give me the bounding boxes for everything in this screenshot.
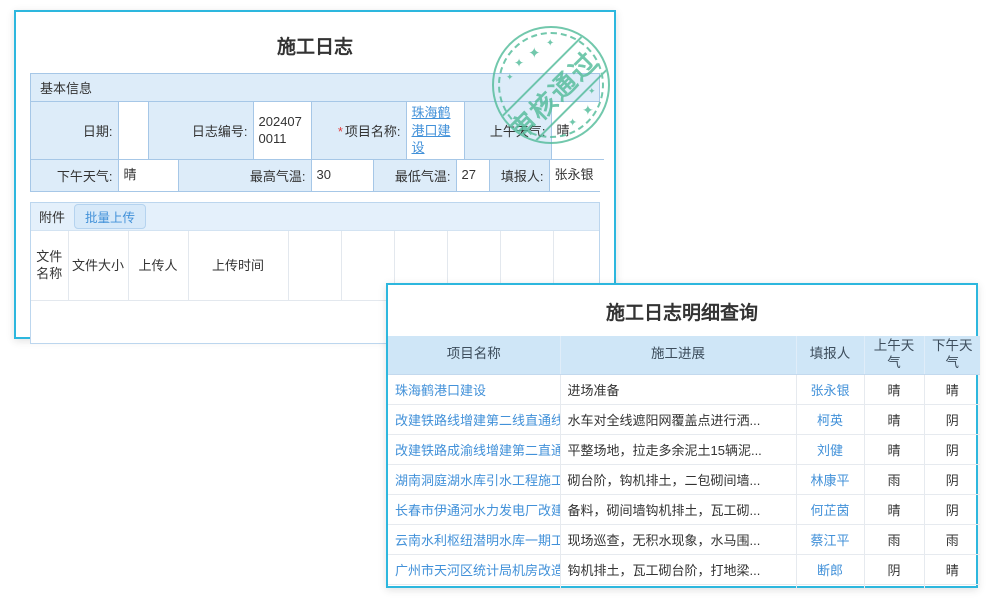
progress-cell: 水车对全线遮阳网覆盖点进行洒... [560, 404, 796, 434]
query-column-header: 施工进展 [560, 336, 796, 374]
am-weather-cell: 雨 [864, 524, 924, 554]
date-label: 日期: [31, 102, 118, 159]
progress-cell: 钩机排土，瓦工砌台阶，打地梁... [560, 554, 796, 584]
required-asterisk: * [338, 124, 343, 139]
table-row: 长春市伊通河水力发电厂改建工程备料，砌间墙钩机排土，瓦工砌...何芷茵晴阴 [388, 494, 980, 524]
query-column-header: 项目名称 [388, 336, 560, 374]
am-weather-cell: 雨 [864, 464, 924, 494]
empty-cell [796, 584, 864, 589]
am-weather-cell: 晴 [864, 404, 924, 434]
min-temp-label: 最低气温: [373, 160, 456, 191]
am-weather-value: 晴 [551, 102, 604, 159]
query-table: 项目名称施工进展填报人上午天气下午天气 珠海鹤港口建设进场准备张永银晴晴改建铁路… [388, 336, 980, 589]
empty-cell [560, 584, 796, 589]
log-no-label: 日志编号: [148, 102, 253, 159]
reporter-link-cell[interactable]: 刘健 [796, 434, 864, 464]
max-temp-value: 30 [311, 160, 373, 191]
table-row: 云南水利枢纽潜明水库一期工程现场巡查，无积水现象，水马围...蔡江平雨雨 [388, 524, 980, 554]
empty-cell [924, 584, 980, 589]
reporter-link-cell[interactable]: 林康平 [796, 464, 864, 494]
attachments-label: 附件 [39, 207, 65, 226]
attachment-column-header: 上传时间 [188, 231, 288, 301]
attachment-column-header: 文件大小 [68, 231, 128, 301]
reporter-label: 填报人: [489, 160, 549, 191]
table-row: 湖南洞庭湖水库引水工程施工标段砌台阶，钩机排土，二包砌间墙...林康平雨阴 [388, 464, 980, 494]
am-weather-cell: 晴 [864, 374, 924, 404]
table-row: 改建铁路线增建第二线直通线水车对全线遮阳网覆盖点进行洒...柯英晴阴 [388, 404, 980, 434]
progress-cell: 备料，砌间墙钩机排土，瓦工砌... [560, 494, 796, 524]
project-link-cell[interactable]: 长春市伊通河水力发电厂改建工程 [388, 494, 560, 524]
am-weather-cell: 晴 [864, 494, 924, 524]
progress-cell: 平整场地，拉走多余泥土15辆泥... [560, 434, 796, 464]
am-weather-cell: 晴 [864, 434, 924, 464]
query-panel-title: 施工日志明细查询 [388, 285, 976, 336]
batch-upload-button[interactable]: 批量上传 [74, 204, 146, 229]
pm-weather-cell: 阴 [924, 464, 980, 494]
am-weather-cell: 阴 [864, 554, 924, 584]
progress-cell: 砌台阶，钩机排土，二包砌间墙... [560, 464, 796, 494]
min-temp-value: 27 [456, 160, 489, 191]
reporter-value: 张永银 [549, 160, 604, 191]
project-link[interactable]: 珠海鹤港口建设 [412, 105, 451, 155]
project-link-cell[interactable]: 云南水利枢纽潜明水库一期工程 [388, 524, 560, 554]
project-link-cell[interactable]: 改建铁路成渝线增建第二直通线 [388, 434, 560, 464]
pm-weather-value: 晴 [118, 160, 178, 191]
max-temp-label: 最高气温: [178, 160, 311, 191]
pm-weather-label: 下午天气: [31, 160, 118, 191]
reporter-link-cell[interactable]: 断郎 [796, 554, 864, 584]
pm-weather-cell: 阴 [924, 434, 980, 464]
query-column-header: 填报人 [796, 336, 864, 374]
table-row: 珠海鹤港口建设进场准备张永银晴晴 [388, 374, 980, 404]
pm-weather-cell: 晴 [924, 554, 980, 584]
attachment-column-header: 上传人 [128, 231, 188, 301]
query-column-header: 下午天气 [924, 336, 980, 374]
project-label-text: 项目名称: [345, 124, 401, 139]
attachment-column-header: 文件名称 [31, 231, 68, 301]
date-value [118, 102, 148, 159]
form-row-1: 日期: 日志编号: 2024070011 *项目名称: 珠海鹤港口建设 上午天气… [31, 102, 604, 160]
form-row-2: 下午天气: 晴 最高气温: 30 最低气温: 27 填报人: 张永银 [31, 160, 604, 191]
project-link-cell[interactable]: 珠海鹤港口建设 [388, 374, 560, 404]
log-detail-query-panel: 施工日志明细查询 项目名称施工进展填报人上午天气下午天气 珠海鹤港口建设进场准备… [386, 283, 978, 588]
log-panel-title: 施工日志 [30, 32, 600, 59]
reporter-link-cell[interactable]: 张永银 [796, 374, 864, 404]
attachments-bar: 附件 批量上传 [31, 203, 599, 231]
basic-info-box: 基本信息 日期: 日志编号: 2024070011 *项目名称: 珠海鹤港口建设… [30, 73, 600, 192]
pm-weather-cell: 雨 [924, 524, 980, 554]
query-column-header: 上午天气 [864, 336, 924, 374]
empty-cell [388, 584, 560, 589]
table-row: 广州市天河区统计局机房改造项目钩机排土，瓦工砌台阶，打地梁...断郎阴晴 [388, 554, 980, 584]
reporter-link-cell[interactable]: 柯英 [796, 404, 864, 434]
project-label: *项目名称: [311, 102, 406, 159]
project-value-cell: 珠海鹤港口建设 [406, 102, 464, 159]
reporter-link-cell[interactable]: 蔡江平 [796, 524, 864, 554]
pm-weather-cell: 晴 [924, 374, 980, 404]
log-no-value: 2024070011 [253, 102, 311, 159]
attachment-empty-column [288, 231, 341, 301]
table-row: 改建铁路成渝线增建第二直通线平整场地，拉走多余泥土15辆泥...刘健晴阴 [388, 434, 980, 464]
project-link-cell[interactable]: 广州市天河区统计局机房改造项目 [388, 554, 560, 584]
pm-weather-cell: 阴 [924, 494, 980, 524]
project-link-cell[interactable]: 湖南洞庭湖水库引水工程施工标段 [388, 464, 560, 494]
basic-info-header: 基本信息 [31, 74, 599, 102]
project-link-cell[interactable]: 改建铁路线增建第二线直通线 [388, 404, 560, 434]
pm-weather-cell: 阴 [924, 404, 980, 434]
reporter-link-cell[interactable]: 何芷茵 [796, 494, 864, 524]
empty-cell [864, 584, 924, 589]
partial-table-row [388, 584, 980, 589]
progress-cell: 现场巡查，无积水现象，水马围... [560, 524, 796, 554]
am-weather-label: 上午天气: [464, 102, 551, 159]
progress-cell: 进场准备 [560, 374, 796, 404]
